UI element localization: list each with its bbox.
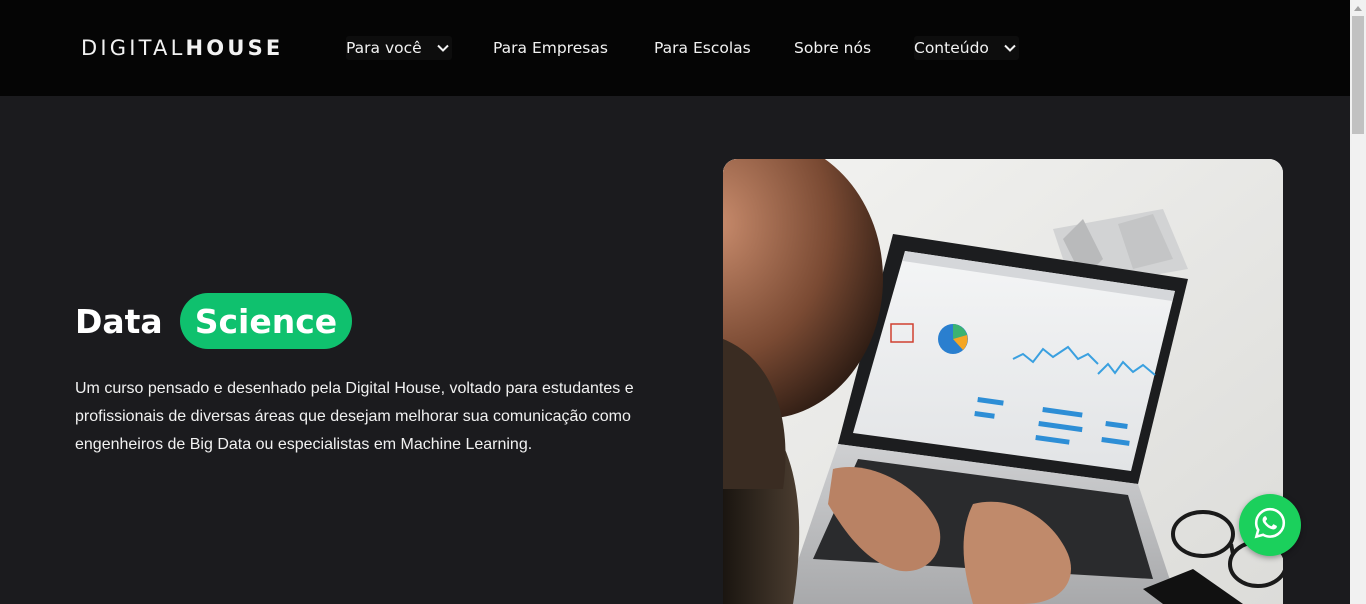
nav-sobre-nos[interactable]: Sobre nós <box>794 36 871 60</box>
nav-conteudo[interactable]: Conteúdo <box>914 36 1019 60</box>
hero-title-science-pill: Science <box>179 293 353 349</box>
hero-description: Um curso pensado e desenhado pela Digita… <box>75 380 634 453</box>
nav-para-empresas[interactable]: Para Empresas <box>493 36 608 60</box>
hero-laptop-image <box>723 159 1283 604</box>
nav-sobre-nos-label: Sobre nós <box>794 39 872 57</box>
whatsapp-icon <box>1253 506 1287 545</box>
digital-house-logo[interactable]: DIGITAL HOUSE <box>81 35 283 61</box>
scrollbar-thumb[interactable] <box>1352 16 1364 134</box>
scroll-up-arrow-icon[interactable] <box>1350 0 1366 16</box>
nav-para-voce[interactable]: Para você <box>346 36 452 60</box>
hero-title-data: Data <box>75 301 163 341</box>
logo-part-digital: DIGITAL <box>81 36 186 60</box>
hero-title: Data Science <box>75 293 353 349</box>
whatsapp-button[interactable] <box>1239 494 1301 556</box>
top-navbar: DIGITAL HOUSE Para você Para Empresas Par… <box>0 0 1350 96</box>
nav-conteudo-label: Conteúdo <box>914 39 989 57</box>
nav-para-escolas[interactable]: Para Escolas <box>654 36 751 60</box>
chevron-down-icon <box>434 39 452 57</box>
nav-para-voce-label: Para você <box>346 39 422 57</box>
nav-para-escolas-label: Para Escolas <box>654 39 751 57</box>
chevron-down-icon <box>1001 39 1019 57</box>
logo-part-house: HOUSE <box>185 36 284 60</box>
nav-para-empresas-label: Para Empresas <box>493 39 608 57</box>
